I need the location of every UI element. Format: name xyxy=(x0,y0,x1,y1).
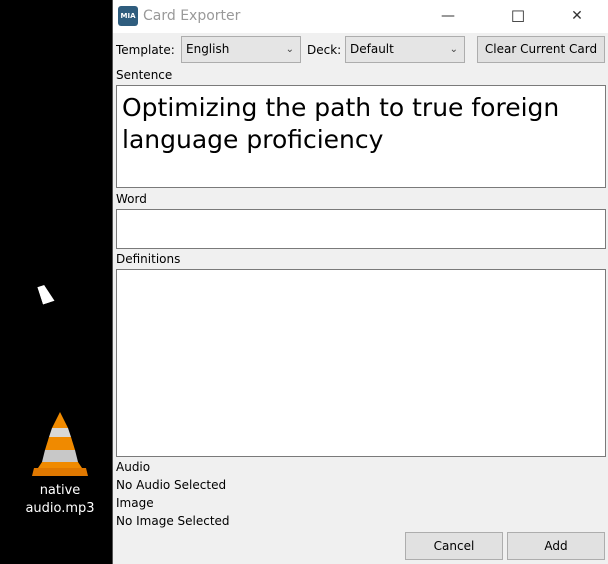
minimize-button[interactable]: — xyxy=(425,0,471,33)
app-logo-icon: MIA xyxy=(118,6,138,26)
definitions-label: Definitions xyxy=(116,252,181,266)
title-bar: MIA Card Exporter — ☐ ✕ xyxy=(113,0,608,33)
image-status: No Image Selected xyxy=(116,514,230,528)
vlc-cone-icon xyxy=(32,412,88,476)
close-button[interactable]: ✕ xyxy=(554,0,600,33)
word-field[interactable] xyxy=(116,209,606,249)
sentence-label: Sentence xyxy=(116,68,173,82)
add-button[interactable]: Add xyxy=(507,532,605,560)
template-select[interactable]: English ⌄ xyxy=(181,36,301,63)
audio-status: No Audio Selected xyxy=(116,478,227,492)
clear-current-card-button[interactable]: Clear Current Card xyxy=(477,36,605,63)
definitions-field[interactable] xyxy=(116,269,606,457)
mouse-cursor xyxy=(37,283,55,305)
maximize-button[interactable]: ☐ xyxy=(495,0,541,33)
chevron-down-icon: ⌄ xyxy=(449,44,458,55)
card-exporter-window: MIA Card Exporter — ☐ ✕ Template: Englis… xyxy=(112,0,608,564)
image-label: Image xyxy=(116,496,154,510)
deck-value: Default xyxy=(350,42,394,56)
sentence-field[interactable]: Optimizing the path to true foreign lang… xyxy=(116,85,606,188)
template-value: English xyxy=(186,42,230,56)
window-title: Card Exporter xyxy=(143,8,241,24)
deck-label: Deck: xyxy=(307,43,342,57)
audio-label: Audio xyxy=(116,460,151,474)
file-name-line2: audio.mp3 xyxy=(25,501,95,516)
file-name-line1: native xyxy=(39,483,81,498)
word-label: Word xyxy=(116,192,147,206)
template-label: Template: xyxy=(116,43,175,57)
desktop-file-icon[interactable]: native audio.mp3 xyxy=(20,410,100,520)
cancel-button[interactable]: Cancel xyxy=(405,532,503,560)
chevron-down-icon: ⌄ xyxy=(285,44,294,55)
deck-select[interactable]: Default ⌄ xyxy=(345,36,465,63)
